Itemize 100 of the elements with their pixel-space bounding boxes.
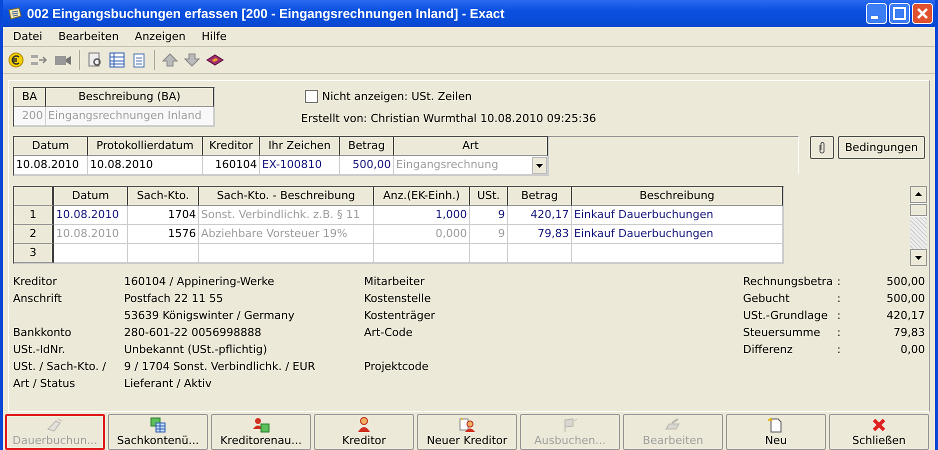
- table-cell: Sonst. Verbindlichk. z.B. § 11: [199, 206, 374, 225]
- separator-text: :: [837, 274, 842, 290]
- table-cell: 10.08.2010: [54, 206, 128, 225]
- table-cell: 79,83: [508, 225, 572, 244]
- arrow-down-icon[interactable]: [184, 52, 200, 68]
- table-cell: 160104: [203, 156, 260, 175]
- field-label: Art-Code: [364, 326, 412, 339]
- field-label: Projektcode: [364, 360, 428, 373]
- column-header: Sach-Kto.: [128, 187, 199, 206]
- column-header: Ihr Zeichen: [260, 137, 340, 156]
- table-cell: 1576: [128, 225, 199, 244]
- column-header: Art: [394, 137, 548, 156]
- column-header: BA: [14, 88, 46, 107]
- field-value: Postfach 22 11 55: [124, 292, 224, 305]
- checkbox[interactable]: [305, 90, 318, 103]
- column-header: Kreditor: [203, 137, 260, 156]
- menu-item[interactable]: Datei: [5, 30, 50, 43]
- column-header: USt.: [470, 187, 508, 206]
- ledger-icon: [149, 417, 167, 433]
- table-cell: 500,00: [340, 156, 394, 175]
- new-person-icon: [458, 417, 476, 433]
- separator-text: :: [837, 325, 842, 341]
- total-value: 420,17: [886, 308, 925, 324]
- total-label: USt.-Grundlage: [743, 308, 829, 324]
- table-cell: 10.08.2010: [54, 225, 128, 244]
- scroll-down-button[interactable]: [910, 249, 927, 266]
- scroll-thumb[interactable]: [910, 204, 927, 216]
- arrow-up-icon[interactable]: [162, 52, 178, 68]
- field-value: 53639 Königswinter / Germany: [124, 309, 295, 322]
- maximize-button[interactable]: [889, 3, 910, 24]
- paperclip-icon: [817, 140, 827, 154]
- total-value: 0,00: [900, 342, 925, 358]
- column-header: Datum: [14, 137, 88, 156]
- total-label: Steuersumme: [743, 325, 822, 341]
- menu-item[interactable]: Bearbeiten: [50, 30, 127, 43]
- table-cell: 200: [14, 107, 46, 126]
- table-cell: Eingangsrechnungen Inland: [46, 107, 214, 126]
- column-header: Sach-Kto. - Beschreibung: [199, 187, 374, 206]
- field-value: 160104 / Appinering-Werke: [124, 275, 274, 288]
- notepad-icon[interactable]: [131, 52, 147, 68]
- field-label: Art / Status: [13, 377, 76, 390]
- close-button[interactable]: [912, 3, 933, 24]
- arrow-icon[interactable]: [30, 52, 48, 68]
- menu-item[interactable]: Anzeigen: [126, 30, 194, 43]
- column-header: Betrag: [340, 137, 394, 156]
- separator-text: :: [837, 342, 842, 358]
- table-cell: 10.08.2010: [88, 156, 203, 175]
- field-label: Kreditor: [13, 275, 57, 288]
- action-button[interactable]: Neuer Kreditor: [417, 414, 517, 450]
- field-value: 9 / 1704 Sonst. Verbindlichk. / EUR: [124, 360, 316, 373]
- action-button[interactable]: Sachkontenü...: [108, 414, 208, 450]
- field-label: Mitarbeiter: [364, 275, 425, 288]
- table-cell: 9: [470, 225, 508, 244]
- field-value: 280-601-22 0056998888: [124, 326, 262, 339]
- row-number: 1: [14, 206, 54, 225]
- column-header: Beschreibung (BA): [46, 88, 214, 107]
- field-label: USt. / Sach-Kto. /: [13, 360, 106, 373]
- book-icon[interactable]: [206, 52, 224, 68]
- column-header: Betrag: [508, 187, 572, 206]
- action-button[interactable]: Kreditorenau...: [211, 414, 311, 450]
- field-value: Unbekannt (USt.-pflichtig): [124, 343, 268, 356]
- menu-item[interactable]: Hilfe: [194, 30, 235, 43]
- separator-text: :: [837, 291, 842, 307]
- action-button[interactable]: Kreditor: [314, 414, 414, 450]
- total-value: 79,83: [892, 325, 925, 341]
- person-list-icon: [252, 417, 270, 433]
- table-icon[interactable]: [109, 52, 125, 68]
- table-cell: 1,000: [374, 206, 470, 225]
- created-by-text: Erstellt von: Christian Wurmthal 10.08.2010 09:25:36: [301, 112, 596, 125]
- app-icon: [7, 6, 23, 22]
- total-label: Rechnungsbetra: [743, 274, 834, 290]
- column-header: Protokollierdatum: [88, 137, 203, 156]
- action-button[interactable]: Schließen: [829, 414, 929, 450]
- column-header: Beschreibung: [572, 187, 783, 206]
- table-cell: 420,17: [508, 206, 572, 225]
- total-value: 500,00: [886, 274, 925, 290]
- close-icon: [870, 417, 888, 433]
- row-number: 2: [14, 225, 54, 244]
- field-label: USt.-IdNr.: [13, 343, 66, 356]
- scroll-up-button[interactable]: [910, 186, 927, 203]
- total-label: Gebucht: [743, 291, 791, 307]
- column-header: Anz.(EK-Einh.): [374, 187, 470, 206]
- field-value: Lieferant / Aktiv: [124, 377, 212, 390]
- window-title: 002 Eingangsbuchungen erfassen [200 - Eingangsrechnungen Inland] - Exact: [27, 6, 506, 21]
- attachment-button[interactable]: [810, 136, 834, 159]
- conditions-button[interactable]: Bedingungen: [838, 136, 925, 159]
- table-cell: EX-100810: [260, 156, 340, 175]
- total-value: 500,00: [886, 291, 925, 307]
- minimize-button[interactable]: [866, 3, 887, 24]
- table-cell: Einkauf Dauerbuchungen: [572, 206, 783, 225]
- field-label: Bankkonto: [13, 326, 72, 339]
- document-search-icon[interactable]: [87, 52, 103, 68]
- table-cell: Einkauf Dauerbuchungen: [572, 225, 783, 244]
- row-number: 3: [14, 244, 54, 263]
- table-cell: 1704: [128, 206, 199, 225]
- total-label: Differenz: [743, 342, 794, 358]
- table-cell: 10.08.2010: [14, 156, 88, 175]
- action-button[interactable]: Neu: [726, 414, 826, 450]
- scrollbar[interactable]: [910, 186, 927, 266]
- euro-icon[interactable]: [8, 52, 24, 68]
